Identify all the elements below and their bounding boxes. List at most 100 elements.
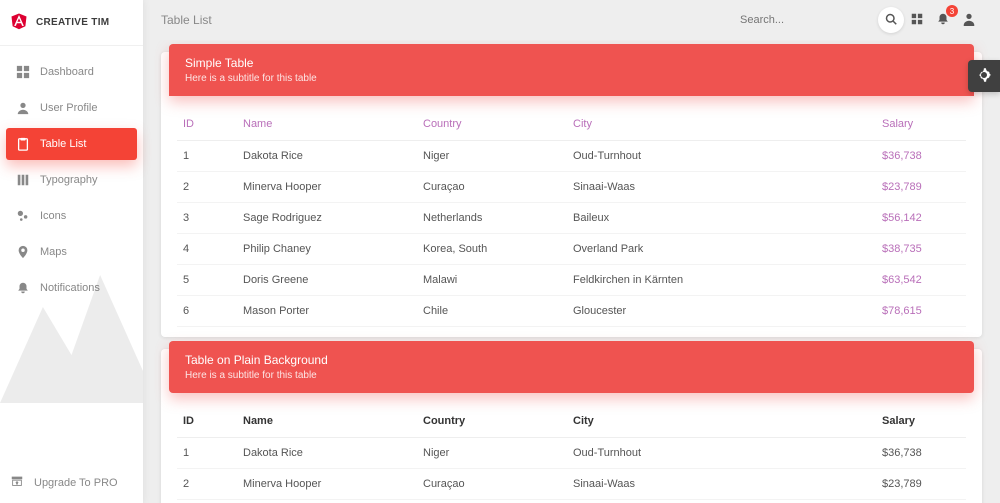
cell-id: 2 <box>177 172 237 203</box>
cell-name: Sage Rodriguez <box>237 203 417 234</box>
sidebar-item-label: Table List <box>40 138 86 150</box>
cell-salary: $23,789 <box>876 469 966 500</box>
card-simple-table: Simple Table Here is a subtitle for this… <box>161 52 982 337</box>
sidebar: CREATIVE TIM Dashboard User Profile Tabl… <box>0 0 143 503</box>
cell-id: 6 <box>177 296 237 327</box>
dashboard-icon <box>16 65 30 79</box>
dashboard-top-button[interactable] <box>904 7 930 33</box>
card-plain-table: Table on Plain Background Here is a subt… <box>161 349 982 503</box>
cell-salary: $36,738 <box>876 438 966 469</box>
cell-city: Overland Park <box>567 234 876 265</box>
sidebar-item-icons[interactable]: Icons <box>6 200 137 232</box>
sidebar-item-table-list[interactable]: Table List <box>6 128 137 160</box>
cell-city: Oud-Turnhout <box>567 141 876 172</box>
sidebar-item-maps[interactable]: Maps <box>6 236 137 268</box>
th-salary: Salary <box>876 108 966 141</box>
sidebar-item-label: Maps <box>40 246 67 258</box>
cell-salary: $36,738 <box>876 141 966 172</box>
cell-name: Dakota Rice <box>237 438 417 469</box>
person-icon <box>962 12 976 29</box>
account-button[interactable] <box>956 7 982 33</box>
table-row: 2Minerva HooperCuraçaoSinaai-Waas$23,789 <box>177 469 966 500</box>
content[interactable]: Simple Table Here is a subtitle for this… <box>143 40 1000 503</box>
cell-id: 5 <box>177 265 237 296</box>
plain-table: ID Name Country City Salary 1Dakota Rice… <box>177 405 966 503</box>
card-subtitle: Here is a subtitle for this table <box>185 73 958 84</box>
th-id: ID <box>177 405 237 438</box>
table-row: 4Philip ChaneyKorea, SouthOverland Park$… <box>177 234 966 265</box>
cell-name: Mason Porter <box>237 296 417 327</box>
table-header-row: ID Name Country City Salary <box>177 108 966 141</box>
table-header-row: ID Name Country City Salary <box>177 405 966 438</box>
cell-id: 2 <box>177 469 237 500</box>
clipboard-icon <box>16 137 30 151</box>
cell-name: Doris Greene <box>237 265 417 296</box>
cell-country: Curaçao <box>417 469 567 500</box>
brand[interactable]: CREATIVE TIM <box>0 0 143 46</box>
cell-country: Korea, South <box>417 234 567 265</box>
card-header: Table on Plain Background Here is a subt… <box>169 341 974 393</box>
sidebar-nav: Dashboard User Profile Table List Typogr… <box>0 46 143 462</box>
cell-name: Minerva Hooper <box>237 469 417 500</box>
sidebar-item-typography[interactable]: Typography <box>6 164 137 196</box>
table-row: 1Dakota RiceNigerOud-Turnhout$36,738 <box>177 141 966 172</box>
card-title: Simple Table <box>185 56 958 70</box>
cell-city: Gloucester <box>567 296 876 327</box>
cell-country: Netherlands <box>417 500 567 503</box>
card-header: Simple Table Here is a subtitle for this… <box>169 44 974 96</box>
card-body: ID Name Country City Salary 1Dakota Rice… <box>161 401 982 503</box>
cell-id: 3 <box>177 500 237 503</box>
card-subtitle: Here is a subtitle for this table <box>185 370 958 381</box>
th-country: Country <box>417 108 567 141</box>
search-input[interactable] <box>740 14 870 26</box>
table-row: 2Minerva HooperCuraçaoSinaai-Waas$23,789 <box>177 172 966 203</box>
cell-name: Minerva Hooper <box>237 172 417 203</box>
simple-table: ID Name Country City Salary 1Dakota Rice… <box>177 108 966 327</box>
page-title: Table List <box>161 13 212 27</box>
settings-fab[interactable] <box>968 60 1000 92</box>
card-body: ID Name Country City Salary 1Dakota Rice… <box>161 104 982 337</box>
cell-salary: $56,142 <box>876 500 966 503</box>
table-row: 3Sage RodriguezNetherlandsBaileux$56,142 <box>177 203 966 234</box>
person-icon <box>16 101 30 115</box>
cell-city: Oud-Turnhout <box>567 438 876 469</box>
sidebar-item-dashboard[interactable]: Dashboard <box>6 56 137 88</box>
topbar: Table List 3 <box>143 0 1000 40</box>
angular-logo-icon <box>10 12 28 33</box>
cell-salary: $78,615 <box>876 296 966 327</box>
cell-id: 4 <box>177 234 237 265</box>
th-id: ID <box>177 108 237 141</box>
cell-country: Netherlands <box>417 203 567 234</box>
sidebar-item-label: Notifications <box>40 282 100 294</box>
cell-salary: $56,142 <box>876 203 966 234</box>
th-salary: Salary <box>876 405 966 438</box>
th-city: City <box>567 108 876 141</box>
th-country: Country <box>417 405 567 438</box>
th-city: City <box>567 405 876 438</box>
cell-name: Philip Chaney <box>237 234 417 265</box>
sidebar-item-label: Typography <box>40 174 97 186</box>
cell-salary: $23,789 <box>876 172 966 203</box>
th-name: Name <box>237 405 417 438</box>
cell-name: Sage Rodriguez <box>237 500 417 503</box>
bell-icon <box>16 281 30 295</box>
cell-city: Sinaai-Waas <box>567 469 876 500</box>
sidebar-item-notifications[interactable]: Notifications <box>6 272 137 304</box>
cell-city: Baileux <box>567 500 876 503</box>
sidebar-upgrade-label: Upgrade To PRO <box>34 477 118 489</box>
card-title: Table on Plain Background <box>185 353 958 367</box>
table-row: 6Mason PorterChileGloucester$78,615 <box>177 296 966 327</box>
library-icon <box>16 173 30 187</box>
cell-city: Feldkirchen in Kärnten <box>567 265 876 296</box>
brand-name: CREATIVE TIM <box>36 17 109 28</box>
cell-id: 3 <box>177 203 237 234</box>
search <box>740 7 904 33</box>
sidebar-upgrade[interactable]: Upgrade To PRO <box>0 462 143 503</box>
notifications-button[interactable]: 3 <box>930 7 956 33</box>
search-button[interactable] <box>878 7 904 33</box>
th-name: Name <box>237 108 417 141</box>
sidebar-item-user-profile[interactable]: User Profile <box>6 92 137 124</box>
grid-icon <box>910 12 924 29</box>
cell-id: 1 <box>177 141 237 172</box>
cell-country: Niger <box>417 438 567 469</box>
